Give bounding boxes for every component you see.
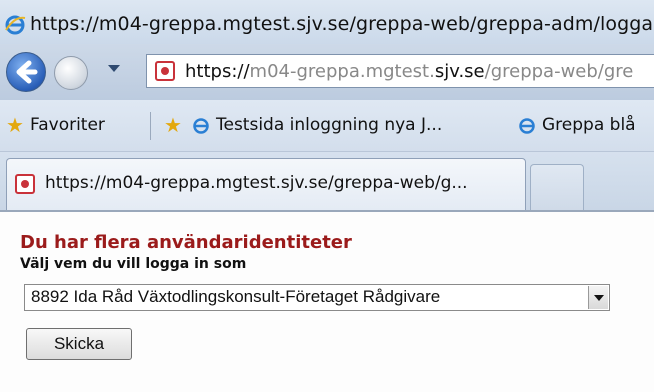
favorite-link-testsida[interactable]: Testsida inloggning nya J... xyxy=(216,115,442,135)
dropdown-arrow-icon[interactable] xyxy=(588,286,608,309)
page-heading: Du har flera användaridentiteter xyxy=(20,232,352,253)
recent-pages-dropdown-icon[interactable] xyxy=(108,65,120,72)
select-instruction-label: Välj vem du vill logga in som xyxy=(20,256,247,272)
back-button[interactable] xyxy=(6,52,46,92)
new-tab-button[interactable] xyxy=(530,164,584,210)
window-title-bar: https://m04-greppa.mgtest.sjv.se/greppa-… xyxy=(0,0,654,44)
site-favicon-icon xyxy=(155,61,175,81)
tab-title: https://m04-greppa.mgtest.sjv.se/greppa-… xyxy=(45,173,468,193)
favorites-button[interactable]: Favoriter xyxy=(30,115,105,135)
favorites-star-icon[interactable]: ★ xyxy=(6,115,24,135)
ie-page-icon xyxy=(519,118,535,134)
internet-explorer-icon xyxy=(5,15,26,35)
favorites-divider xyxy=(150,112,151,140)
window-title: https://m04-greppa.mgtest.sjv.se/greppa-… xyxy=(30,13,654,35)
tab-favicon-icon xyxy=(15,174,35,194)
favorites-bar: ★ Favoriter ★ Testsida inloggning nya J.… xyxy=(0,100,654,152)
address-bar[interactable]: https://m04-greppa.mgtest.sjv.se/greppa-… xyxy=(146,54,654,88)
address-url[interactable]: https://m04-greppa.mgtest.sjv.se/greppa-… xyxy=(185,61,633,82)
page-content: Du har flera användaridentiteter Välj ve… xyxy=(0,212,654,392)
forward-button[interactable] xyxy=(54,56,88,90)
navigation-bar: https://m04-greppa.mgtest.sjv.se/greppa-… xyxy=(0,44,654,100)
tab-bar: https://m04-greppa.mgtest.sjv.se/greppa-… xyxy=(0,152,654,212)
identity-select[interactable]: 8892 Ida Råd Växtodlingskonsult-Företage… xyxy=(24,284,610,311)
add-to-favorites-bar-icon[interactable]: ★ xyxy=(164,115,182,135)
submit-button[interactable]: Skicka xyxy=(26,328,132,360)
back-arrow-icon xyxy=(16,60,38,84)
ie-page-icon xyxy=(193,118,209,134)
favorite-link-greppa[interactable]: Greppa blå xyxy=(542,115,636,135)
identity-select-value: 8892 Ida Råd Växtodlingskonsult-Företage… xyxy=(31,287,441,306)
tab-active[interactable]: https://m04-greppa.mgtest.sjv.se/greppa-… xyxy=(6,158,526,210)
